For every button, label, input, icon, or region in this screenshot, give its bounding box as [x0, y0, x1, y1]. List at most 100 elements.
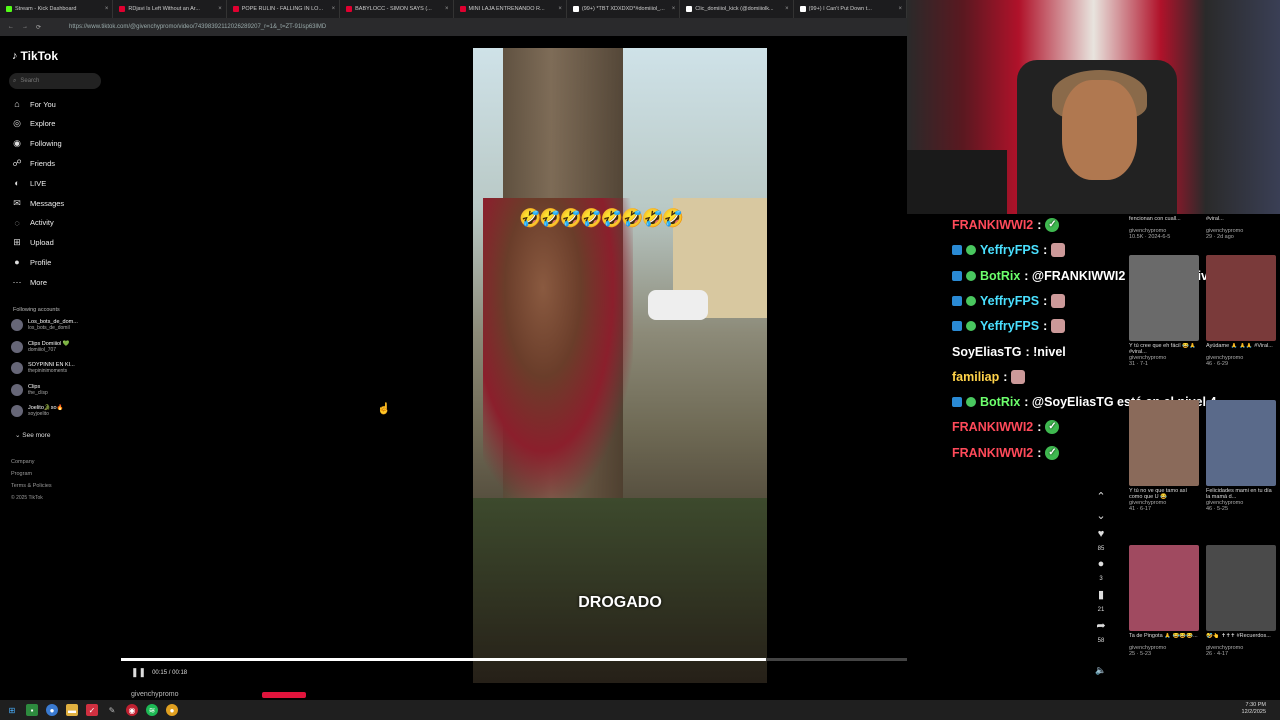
url-text[interactable]: https://www.tiktok.com/@givenchypromo/vi…	[69, 24, 326, 30]
search-input[interactable]: ⌕ Search	[9, 73, 101, 89]
video-thumbnail	[1206, 255, 1276, 341]
see-more-link[interactable]: ⌄ See more	[15, 431, 50, 439]
sidebar-item-messages[interactable]: ✉ Messages	[11, 195, 111, 211]
close-icon[interactable]: ×	[218, 6, 222, 12]
chrome-canary-icon[interactable]: ●	[166, 704, 178, 716]
browser-tab[interactable]: MINI LAJA ENTRENANDO R... ×	[454, 0, 567, 18]
forward-icon[interactable]: →	[22, 24, 28, 30]
chat-username[interactable]: YeffryFPS	[980, 243, 1039, 257]
following-account[interactable]: Clips the_clisp	[11, 383, 111, 396]
close-icon[interactable]: ×	[898, 6, 902, 12]
footer-link[interactable]: Program	[11, 471, 32, 477]
terminal-icon[interactable]: ▪	[26, 704, 38, 716]
grid-video[interactable]: Felicidades mami en tu día la mamá d... g…	[1206, 400, 1276, 512]
browser-tab[interactable]: Clic_domiiiol_kick (@domiiiolk... ×	[680, 0, 794, 18]
sidebar-item-following[interactable]: ◉ Following	[11, 136, 111, 152]
chat-username[interactable]: FRANKIWWI2	[952, 446, 1033, 460]
close-icon[interactable]: ×	[105, 6, 109, 12]
account-name: Joelito🐊so🔥 soyjoelito	[28, 405, 63, 417]
pause-icon[interactable]: ❚❚	[131, 667, 146, 678]
following-account[interactable]: Clips Domiiiol 💚 domiiiol_707	[11, 340, 111, 353]
sidebar-item-friends[interactable]: ☍ Friends	[11, 155, 111, 171]
browser-tab[interactable]: (99+) I Can't Put Down t... ×	[794, 0, 907, 18]
sidebar-item-label: Following	[30, 139, 62, 149]
sidebar-item-more[interactable]: ⋯ More	[11, 274, 111, 290]
mouse-cursor-icon: ☝	[377, 403, 391, 415]
sidebar-item-label: More	[30, 277, 48, 287]
grid-video[interactable]: Y tú cree que eh fácil 😂🙏 #viral... given…	[1129, 255, 1199, 367]
verified-badge-icon	[966, 295, 976, 306]
close-icon[interactable]: ×	[558, 6, 562, 12]
browser-tab[interactable]: Stream - Kick Dashboard ×	[0, 0, 114, 18]
chat-username[interactable]: familiap	[952, 370, 999, 384]
avatar	[11, 383, 23, 396]
close-icon[interactable]: ×	[785, 6, 789, 12]
chat-username[interactable]: FRANKIWWI2	[952, 218, 1033, 232]
app-icon[interactable]: ✓	[86, 704, 98, 716]
video-thumbnail	[1129, 545, 1199, 631]
following-account[interactable]: Los_bots_de_dom... los_bots_de_domil	[11, 319, 111, 331]
sidebar-item-label: Friends	[30, 158, 56, 168]
grid-video[interactable]: Ayúdame 🙏 🙏🙏 #Viral... givenchypromo 46 · …	[1206, 255, 1276, 367]
volume-icon[interactable]: 🔈	[1095, 665, 1106, 676]
obs-icon[interactable]: ◉	[126, 704, 138, 716]
chat-username[interactable]: SoyEliasTG	[952, 345, 1021, 359]
windows-taskbar: ⊞ ▪ ● ▬ ✓ ✎ ◉ ≋ ● 7:30 PM 12/2/2025	[0, 700, 1280, 720]
following-account[interactable]: Joelito🐊so🔥 soyjoelito	[11, 405, 111, 417]
account-display-name: Clips Domiiiol 💚	[28, 340, 70, 347]
browser-tab[interactable]: BABYLOCC - SIMON SAYS (... ×	[340, 0, 454, 18]
folder-icon[interactable]: ▬	[66, 704, 78, 716]
grid-video[interactable]: #viral... givenchypromo 29 · 2d ago	[1206, 214, 1276, 240]
follow-button[interactable]	[262, 692, 306, 698]
pen-icon[interactable]: ✎	[106, 704, 118, 716]
grid-video[interactable]: Y tú no ve que tamo así como que U 😂 give…	[1129, 400, 1199, 512]
chat-username[interactable]: BotRix	[980, 269, 1020, 283]
chat-username[interactable]: BotRix	[980, 395, 1020, 409]
following-account[interactable]: SOYPINNI EN KI... thepininimoments	[11, 362, 111, 374]
chat-username[interactable]: YeffryFPS	[980, 294, 1039, 308]
close-icon[interactable]: ×	[672, 6, 676, 12]
footer-link[interactable]: Company	[11, 459, 35, 465]
more-icon: ⋯	[12, 276, 22, 287]
reload-icon[interactable]: ⟳	[36, 24, 41, 31]
grid-video[interactable]: Ta de Pingota 🙏 😂😂😂... givenchypromo 25 · …	[1129, 545, 1199, 657]
subscriber-badge-icon	[952, 270, 962, 281]
footer-link[interactable]: Terms & Policies	[11, 483, 52, 489]
tab-favicon-icon	[799, 6, 806, 12]
close-icon[interactable]: ×	[332, 6, 336, 12]
tiktok-logo[interactable]: ♪ TikTok	[12, 49, 58, 63]
sidebar-item-upload[interactable]: ⊞ Upload	[11, 235, 111, 251]
action-button[interactable]: ♥ 85	[1090, 528, 1112, 552]
back-icon[interactable]: ←	[8, 24, 14, 30]
action-button[interactable]: ▮ 21	[1090, 588, 1112, 613]
sidebar-item-for-you[interactable]: ⌂ For You	[11, 96, 111, 112]
video-progress-bar[interactable]	[121, 658, 907, 661]
browser-tab[interactable]: POPE RULIN - FALLING IN LO... ×	[227, 0, 341, 18]
video-author[interactable]: givenchypromo	[131, 691, 178, 698]
close-icon[interactable]: ×	[445, 6, 449, 12]
action-button[interactable]: ● 3	[1090, 558, 1112, 582]
grid-caption: Ayúdame 🙏 🙏🙏 #Viral...	[1206, 343, 1273, 349]
grid-video[interactable]: 🤣👆 ✝✝✝ #Recuerdos... givenchypromo 26 · 4-…	[1206, 545, 1276, 657]
chat-username[interactable]: FRANKIWWI2	[952, 420, 1033, 434]
sidebar-item-profile[interactable]: ● Profile	[11, 254, 111, 270]
spotify-icon[interactable]: ≋	[146, 704, 158, 716]
start-icon[interactable]: ⊞	[6, 704, 18, 716]
face-emote-icon	[1011, 369, 1026, 384]
address-bar[interactable]: ← → ⟳ https://www.tiktok.com/@givenchypr…	[0, 18, 907, 36]
sidebar-item-activity[interactable]: ◌ Activity	[11, 215, 111, 231]
sidebar-item-explore[interactable]: ◎ Explore	[11, 116, 111, 132]
chat-username[interactable]: YeffryFPS	[980, 319, 1039, 333]
account-handle: thepininimoments	[28, 368, 68, 374]
chevron-up-icon[interactable]: ⌃	[1090, 490, 1112, 503]
video-action-bar: ⌃ ⌄ ♥ 85 ● 3 ▮ 21 ➦ 58	[1090, 490, 1112, 650]
video-player[interactable]: 🤣🤣🤣🤣🤣🤣🤣🤣 DROGADO	[473, 48, 767, 683]
chrome-icon[interactable]: ●	[46, 704, 58, 716]
browser-tab[interactable]: (99+) *TBT XDXDXD*#domiiiol_... ×	[567, 0, 681, 18]
grid-stats: 29 · 2d ago	[1206, 234, 1234, 240]
browser-tab[interactable]: RDjavi Is Left Without an Ar... ×	[113, 0, 227, 18]
chevron-down-icon[interactable]: ⌄	[1090, 509, 1112, 522]
sidebar-item-live[interactable]: ◐ LIVE	[11, 175, 111, 191]
grid-video[interactable]: fencionan con cuall... givenchypromo 10.5K…	[1129, 214, 1199, 240]
action-button[interactable]: ➦ 58	[1090, 619, 1112, 644]
